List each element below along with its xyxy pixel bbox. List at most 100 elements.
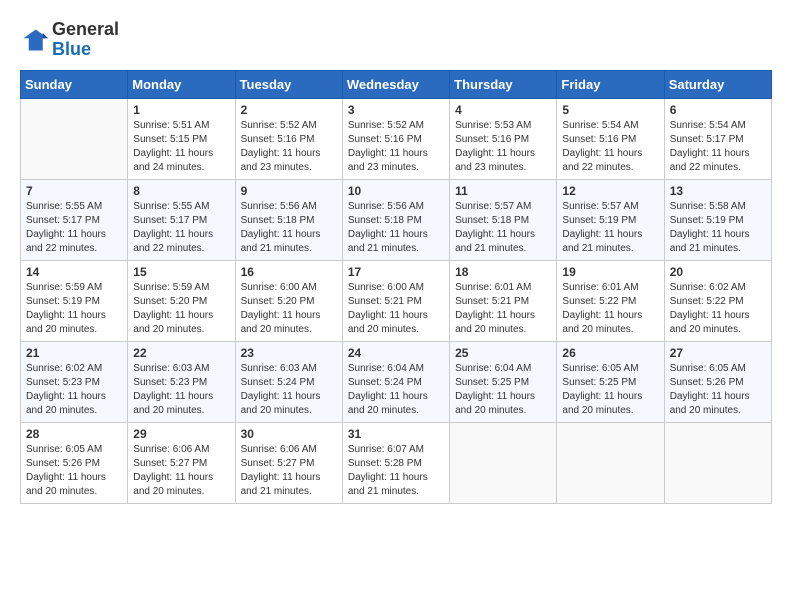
weekday-header-row: SundayMondayTuesdayWednesdayThursdayFrid… (21, 70, 772, 98)
day-number: 13 (670, 184, 766, 198)
day-number: 11 (455, 184, 551, 198)
day-info: Sunrise: 6:03 AM Sunset: 5:23 PM Dayligh… (133, 362, 229, 418)
day-number: 26 (562, 346, 658, 360)
calendar-week-5: 28 Sunrise: 6:05 AM Sunset: 5:26 PM Dayli… (21, 422, 772, 503)
day-info: Sunrise: 6:06 AM Sunset: 5:27 PM Dayligh… (133, 443, 229, 499)
calendar-cell: 4 Sunrise: 5:53 AM Sunset: 5:16 PM Daylig… (450, 98, 557, 179)
calendar-cell: 28 Sunrise: 6:05 AM Sunset: 5:26 PM Dayli… (21, 422, 128, 503)
calendar-cell: 2 Sunrise: 5:52 AM Sunset: 5:16 PM Daylig… (235, 98, 342, 179)
day-info: Sunrise: 5:52 AM Sunset: 5:16 PM Dayligh… (241, 119, 337, 175)
calendar-cell: 11 Sunrise: 5:57 AM Sunset: 5:18 PM Dayli… (450, 179, 557, 260)
calendar-cell (21, 98, 128, 179)
day-number: 7 (26, 184, 122, 198)
weekday-header-saturday: Saturday (664, 70, 771, 98)
calendar-cell: 8 Sunrise: 5:55 AM Sunset: 5:17 PM Daylig… (128, 179, 235, 260)
page-header: General Blue (20, 20, 772, 60)
weekday-header-tuesday: Tuesday (235, 70, 342, 98)
day-info: Sunrise: 6:02 AM Sunset: 5:22 PM Dayligh… (670, 281, 766, 337)
day-number: 5 (562, 103, 658, 117)
day-info: Sunrise: 6:01 AM Sunset: 5:21 PM Dayligh… (455, 281, 551, 337)
calendar-cell: 30 Sunrise: 6:06 AM Sunset: 5:27 PM Dayli… (235, 422, 342, 503)
day-info: Sunrise: 6:03 AM Sunset: 5:24 PM Dayligh… (241, 362, 337, 418)
calendar-cell: 14 Sunrise: 5:59 AM Sunset: 5:19 PM Dayli… (21, 260, 128, 341)
day-number: 8 (133, 184, 229, 198)
day-number: 31 (348, 427, 444, 441)
calendar-table: SundayMondayTuesdayWednesdayThursdayFrid… (20, 70, 772, 504)
weekday-header-wednesday: Wednesday (342, 70, 449, 98)
day-number: 10 (348, 184, 444, 198)
calendar-cell: 12 Sunrise: 5:57 AM Sunset: 5:19 PM Dayli… (557, 179, 664, 260)
weekday-header-friday: Friday (557, 70, 664, 98)
day-info: Sunrise: 6:00 AM Sunset: 5:20 PM Dayligh… (241, 281, 337, 337)
weekday-header-thursday: Thursday (450, 70, 557, 98)
calendar-cell: 23 Sunrise: 6:03 AM Sunset: 5:24 PM Dayli… (235, 341, 342, 422)
day-number: 1 (133, 103, 229, 117)
calendar-cell: 31 Sunrise: 6:07 AM Sunset: 5:28 PM Dayli… (342, 422, 449, 503)
calendar-cell: 16 Sunrise: 6:00 AM Sunset: 5:20 PM Dayli… (235, 260, 342, 341)
day-info: Sunrise: 6:06 AM Sunset: 5:27 PM Dayligh… (241, 443, 337, 499)
day-number: 4 (455, 103, 551, 117)
day-info: Sunrise: 5:54 AM Sunset: 5:16 PM Dayligh… (562, 119, 658, 175)
calendar-cell: 25 Sunrise: 6:04 AM Sunset: 5:25 PM Dayli… (450, 341, 557, 422)
logo-text: General Blue (52, 20, 119, 60)
calendar-cell: 18 Sunrise: 6:01 AM Sunset: 5:21 PM Dayli… (450, 260, 557, 341)
calendar-cell: 3 Sunrise: 5:52 AM Sunset: 5:16 PM Daylig… (342, 98, 449, 179)
day-info: Sunrise: 5:57 AM Sunset: 5:18 PM Dayligh… (455, 200, 551, 256)
calendar-cell: 15 Sunrise: 5:59 AM Sunset: 5:20 PM Dayli… (128, 260, 235, 341)
day-number: 29 (133, 427, 229, 441)
calendar-cell: 7Sunrise: 5:55 AM Sunset: 5:17 PM Daylig… (21, 179, 128, 260)
day-number: 21 (26, 346, 122, 360)
day-number: 14 (26, 265, 122, 279)
day-info: Sunrise: 5:52 AM Sunset: 5:16 PM Dayligh… (348, 119, 444, 175)
calendar-week-3: 14 Sunrise: 5:59 AM Sunset: 5:19 PM Dayli… (21, 260, 772, 341)
calendar-cell (450, 422, 557, 503)
calendar-cell: 5 Sunrise: 5:54 AM Sunset: 5:16 PM Daylig… (557, 98, 664, 179)
calendar-cell (557, 422, 664, 503)
calendar-week-1: 1 Sunrise: 5:51 AM Sunset: 5:15 PM Daylig… (21, 98, 772, 179)
calendar-cell: 20 Sunrise: 6:02 AM Sunset: 5:22 PM Dayli… (664, 260, 771, 341)
weekday-header-sunday: Sunday (21, 70, 128, 98)
day-info: Sunrise: 5:59 AM Sunset: 5:20 PM Dayligh… (133, 281, 229, 337)
day-number: 20 (670, 265, 766, 279)
calendar-cell: 1 Sunrise: 5:51 AM Sunset: 5:15 PM Daylig… (128, 98, 235, 179)
day-info: Sunrise: 6:07 AM Sunset: 5:28 PM Dayligh… (348, 443, 444, 499)
day-number: 6 (670, 103, 766, 117)
day-info: Sunrise: 5:54 AM Sunset: 5:17 PM Dayligh… (670, 119, 766, 175)
calendar-cell: 27Sunrise: 6:05 AM Sunset: 5:26 PM Dayli… (664, 341, 771, 422)
day-info: Sunrise: 5:59 AM Sunset: 5:19 PM Dayligh… (26, 281, 122, 337)
day-number: 18 (455, 265, 551, 279)
calendar-week-2: 7 Sunrise: 5:55 AM Sunset: 5:17 PM Daylig… (21, 179, 772, 260)
day-info: Sunrise: 5:56 AM Sunset: 5:18 PM Dayligh… (241, 200, 337, 256)
day-info: Sunrise: 5:56 AM Sunset: 5:18 PM Dayligh… (348, 200, 444, 256)
calendar-cell: 21 Sunrise: 6:02 AM Sunset: 5:23 PM Dayli… (21, 341, 128, 422)
day-number: 22 (133, 346, 229, 360)
day-info: Sunrise: 6:02 AM Sunset: 5:23 PM Dayligh… (26, 362, 122, 418)
day-info: Sunrise: 6:05 AM Sunset: 5:26 PM Dayligh… (26, 443, 122, 499)
day-number: 15 (133, 265, 229, 279)
day-number: 16 (241, 265, 337, 279)
day-info: Sunrise: 5:53 AM Sunset: 5:16 PM Dayligh… (455, 119, 551, 175)
day-info: Sunrise: 5:55 AM Sunset: 5:17 PM Dayligh… (133, 200, 229, 256)
day-number: 23 (241, 346, 337, 360)
calendar-cell: 6 Sunrise: 5:54 AM Sunset: 5:17 PM Daylig… (664, 98, 771, 179)
calendar-cell: 10 Sunrise: 5:56 AM Sunset: 5:18 PM Dayli… (342, 179, 449, 260)
calendar-cell: 17Sunrise: 6:00 AM Sunset: 5:21 PM Dayli… (342, 260, 449, 341)
calendar-cell: 26Sunrise: 6:05 AM Sunset: 5:25 PM Dayli… (557, 341, 664, 422)
day-info: Sunrise: 5:58 AM Sunset: 5:19 PM Dayligh… (670, 200, 766, 256)
day-number: 30 (241, 427, 337, 441)
day-info: Sunrise: 5:57 AM Sunset: 5:19 PM Dayligh… (562, 200, 658, 256)
logo: General Blue (20, 20, 119, 60)
weekday-header-monday: Monday (128, 70, 235, 98)
day-info: Sunrise: 6:04 AM Sunset: 5:24 PM Dayligh… (348, 362, 444, 418)
day-number: 19 (562, 265, 658, 279)
day-number: 28 (26, 427, 122, 441)
day-info: Sunrise: 6:05 AM Sunset: 5:26 PM Dayligh… (670, 362, 766, 418)
day-number: 2 (241, 103, 337, 117)
day-number: 25 (455, 346, 551, 360)
logo-icon (20, 26, 48, 54)
calendar-cell: 29 Sunrise: 6:06 AM Sunset: 5:27 PM Dayli… (128, 422, 235, 503)
day-info: Sunrise: 6:04 AM Sunset: 5:25 PM Dayligh… (455, 362, 551, 418)
day-info: Sunrise: 5:51 AM Sunset: 5:15 PM Dayligh… (133, 119, 229, 175)
day-number: 12 (562, 184, 658, 198)
day-number: 3 (348, 103, 444, 117)
